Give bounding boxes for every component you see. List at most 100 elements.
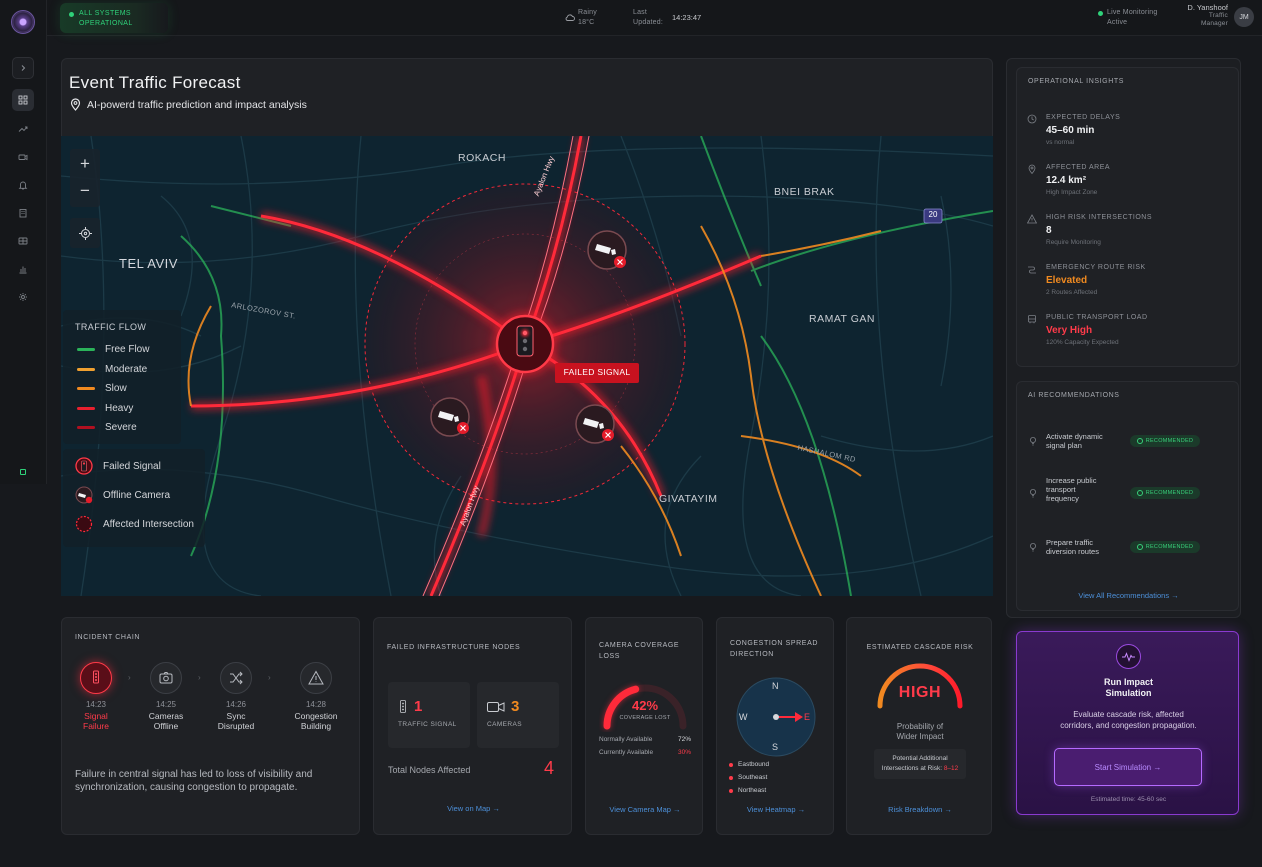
map-icon[interactable]: [12, 230, 34, 252]
offline-camera-marker: [430, 397, 470, 437]
view-all-recommendations-link[interactable]: View All Recommendations →: [1017, 591, 1240, 600]
recommendation-item[interactable]: Increase public transport frequency RECOMME…: [1028, 476, 1233, 510]
direction-dot-icon: [729, 762, 733, 767]
direction-item: Northeast: [729, 787, 769, 794]
location-pin-icon: [1028, 164, 1036, 174]
view-heatmap-link[interactable]: View Heatmap →: [717, 805, 835, 814]
dashboard-icon[interactable]: [12, 89, 34, 111]
shuffle-sync-icon: [230, 671, 243, 685]
view-camera-map-link[interactable]: View Camera Map →: [586, 805, 704, 814]
incident-step[interactable]: 14:23 Signal Failure: [69, 662, 123, 731]
cascade-caption: Probability of: [896, 722, 944, 731]
simulation-estimate: Estimated time: 45-60 sec: [1090, 796, 1167, 803]
insight-label: EMERGENCY ROUTE RISK: [1046, 264, 1146, 271]
camera-icon[interactable]: [12, 146, 34, 168]
incident-step[interactable]: 14:28 Congestion Building: [289, 662, 343, 731]
cloud-icon: [565, 14, 575, 21]
recommendation-item[interactable]: Prepare traffic diversion routes RECOMMEND…: [1028, 534, 1233, 568]
place-label: BNEI BRAK: [774, 186, 835, 198]
settings-gear-icon[interactable]: [12, 286, 34, 308]
total-nodes-value: 4: [544, 758, 555, 778]
compass-north: N: [772, 681, 779, 691]
recenter-button[interactable]: [70, 218, 100, 248]
step-name-2: Failure: [83, 721, 109, 731]
legend-flow-item: Moderate: [77, 364, 147, 375]
page-title: Event Traffic Forecast: [69, 73, 241, 92]
simulation-description: Evaluate cascade risk, affected: [1073, 710, 1184, 719]
recommended-badge-label: RECOMMENDED: [1145, 438, 1194, 444]
cascade-risk-card: ESTIMATED CASCADE RISK HIGH Probability …: [846, 617, 992, 835]
recommendation-item[interactable]: Activate dynamic signal plan RECOMMENDED: [1028, 428, 1233, 462]
step-time: 14:28: [305, 700, 327, 709]
step-name-2: Building: [300, 721, 332, 731]
simulation-panel: Run Impact Simulation Evaluate cascade r…: [1016, 631, 1239, 815]
check-circle-icon: [1136, 438, 1143, 444]
failed-nodes-card: FAILED INFRASTRUCTURE NODES 1 TRAFFIC SI…: [373, 617, 572, 835]
location-pin-icon: [70, 98, 81, 111]
signal-failure-icon: [93, 670, 99, 684]
insight-item: AFFECTED AREA 12.4 km² High Impact Zone: [1027, 164, 1237, 196]
compass-south: S: [772, 742, 779, 752]
traffic-map[interactable]: ROKACH BNEI BRAK TEL AVIV RAMAT GAN GIVA…: [61, 136, 993, 596]
recommended-badge: RECOMMENDED: [1130, 487, 1200, 499]
offline-camera-marker: [575, 404, 615, 444]
intersections-label: Potential Additional: [892, 755, 948, 762]
building-icon[interactable]: [12, 202, 34, 224]
insight-label: EXPECTED DELAYS: [1046, 114, 1121, 121]
insight-sub: 120% Capacity Expected: [1046, 339, 1119, 346]
risk-breakdown-link[interactable]: Risk Breakdown →: [847, 805, 993, 814]
recommended-badge-label: RECOMMENDED: [1145, 544, 1194, 550]
insight-value: Elevated: [1046, 275, 1088, 286]
live-monitoring-label: Live Monitoring: [1107, 9, 1158, 16]
direction-dot-icon: [729, 775, 733, 780]
app-logo-icon: [11, 10, 35, 34]
top-bar: ALL SYSTEMS OPERATIONAL Rainy 18°C Last …: [0, 0, 1262, 36]
offline-camera-legend-icon: [75, 486, 93, 504]
traffic-signal-label: TRAFFIC SIGNAL: [398, 721, 457, 728]
bell-icon[interactable]: [12, 174, 34, 196]
bar-chart-icon[interactable]: [12, 258, 34, 280]
operational-insights-panel: OPERATIONAL INSIGHTS EXPECTED DELAYS 45–6…: [1016, 67, 1239, 367]
avatar[interactable]: JM: [1234, 7, 1254, 27]
failed-signal-label: FAILED SIGNAL: [563, 367, 631, 377]
simulation-title-2: Simulation: [1105, 688, 1152, 698]
status-dot-icon: [69, 12, 74, 17]
step-name-2: Disrupted: [217, 721, 255, 731]
view-on-map-link[interactable]: View on Map →: [374, 804, 573, 813]
page-subtitle: AI-powerd traffic prediction and impact …: [87, 99, 307, 111]
simulation-title: Run Impact: [1103, 677, 1153, 687]
expand-chevron-icon[interactable]: [12, 57, 34, 79]
warning-icon: [1027, 214, 1037, 224]
direction-label: Eastbound: [738, 761, 770, 768]
bus-icon: [1030, 489, 1036, 498]
intersections-label-2: Intersections at Risk:: [881, 765, 943, 772]
route-badge-number: 20: [928, 210, 938, 219]
zoom-out-button[interactable]: −: [70, 179, 100, 205]
normally-available-value: 72%: [677, 736, 691, 743]
connection-status-icon: [20, 469, 26, 475]
step-time: 14:26: [225, 700, 247, 709]
legend-swatch: [77, 426, 95, 429]
incident-step[interactable]: 14:25 Cameras Offline: [139, 662, 193, 731]
trend-icon[interactable]: [12, 118, 34, 140]
zoom-in-button[interactable]: +: [70, 151, 100, 177]
insight-sub: 2 Routes Affected: [1046, 289, 1098, 296]
check-circle-icon: [1136, 490, 1143, 496]
legend-marker-label: Affected Intersection: [103, 519, 194, 530]
recommendation-text: Prepare traffic: [1046, 538, 1093, 547]
direction-label: Northeast: [738, 787, 767, 794]
coverage-lost-percent: 42%: [631, 698, 659, 713]
recommendation-text: diversion routes: [1046, 547, 1099, 556]
traffic-signal-node-box: 1 TRAFFIC SIGNAL: [388, 682, 470, 748]
start-simulation-button[interactable]: Start Simulation →: [1054, 748, 1202, 786]
insight-item: PUBLIC TRANSPORT LOAD Very High 120% Capac…: [1027, 314, 1237, 346]
forecast-header: Event Traffic Forecast AI-powerd traffic…: [61, 58, 993, 138]
place-label: TEL AVIV: [119, 256, 178, 271]
traffic-signal-count: 1: [414, 698, 423, 715]
camera-coverage-title-2: LOSS: [599, 653, 621, 660]
incident-step[interactable]: 14:26 Sync Disrupted: [209, 662, 263, 731]
legend-marker-label: Offline Camera: [103, 490, 171, 501]
legend-flow-label: Free Flow: [105, 344, 150, 355]
recommendations-title: AI RECOMMENDATIONS: [1028, 392, 1120, 399]
insight-item: HIGH RISK INTERSECTIONS 8 Require Monitori…: [1027, 214, 1237, 246]
